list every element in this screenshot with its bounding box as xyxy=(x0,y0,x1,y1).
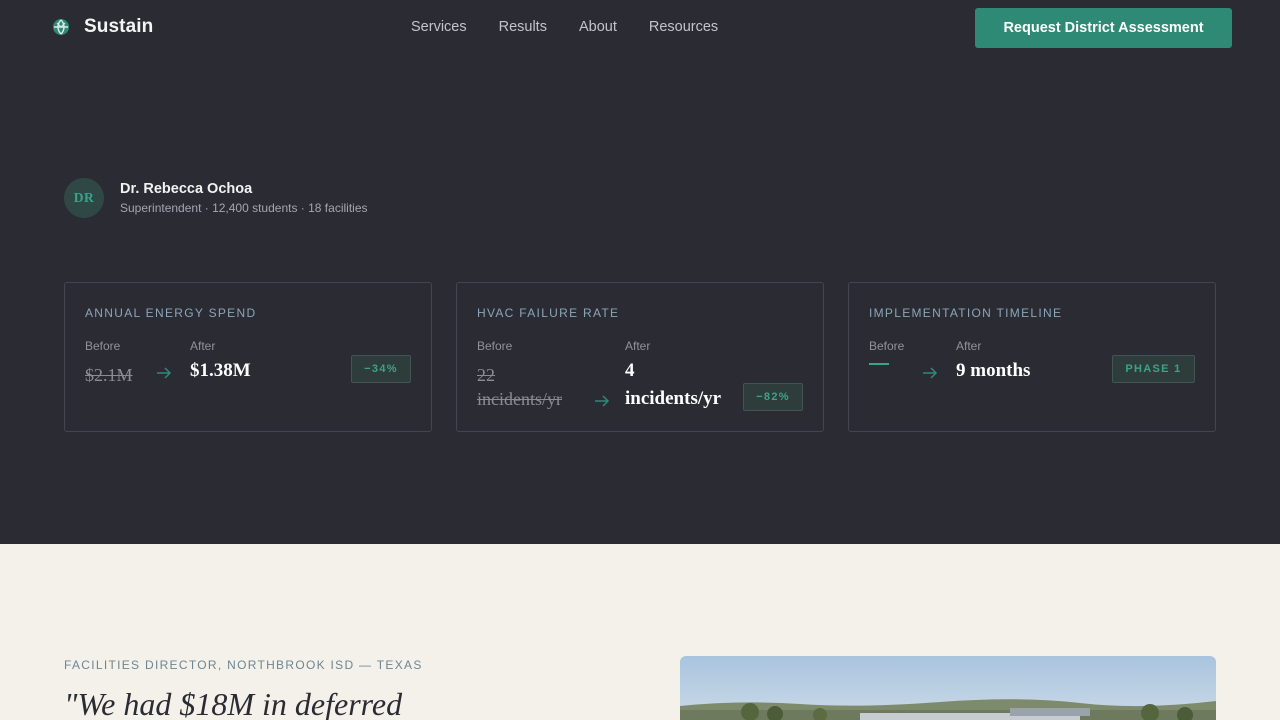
arrow-right-icon xyxy=(157,367,172,379)
request-assessment-button[interactable]: Request District Assessment xyxy=(975,8,1232,48)
author-name: Dr. Rebecca Ochoa xyxy=(120,181,253,197)
after-label: After xyxy=(956,339,982,353)
after-value-unit: incidents/yr xyxy=(625,388,722,409)
phase-badge: PHASE 1 xyxy=(1112,355,1195,383)
author-info: Dr. Rebecca Ochoa Superintendent · 12,40… xyxy=(120,181,368,215)
metric-card-energy: ANNUAL ENERGY SPEND Before After $2.1M $… xyxy=(64,282,432,432)
testimonial-author: DR Dr. Rebecca Ochoa Superintendent · 12… xyxy=(64,178,368,218)
arrow-right-icon xyxy=(923,367,938,379)
nav-links: Services Results About Resources xyxy=(411,19,750,35)
after-value: $1.38M xyxy=(190,360,251,381)
metric-card-timeline: IMPLEMENTATION TIMELINE Before After 9 m… xyxy=(848,282,1216,432)
after-label: After xyxy=(625,339,651,353)
brand[interactable]: Sustain xyxy=(52,16,153,38)
after-value: 9 months xyxy=(956,360,1031,381)
after-value-number: 4 xyxy=(625,360,635,381)
testimonial-section: FACILITIES DIRECTOR, NORTHBROOK ISD — TE… xyxy=(0,544,1280,720)
change-badge: −82% xyxy=(743,383,803,411)
before-value-unit: incidents/yr xyxy=(477,389,562,409)
brand-name: Sustain xyxy=(84,16,154,37)
before-label: Before xyxy=(869,339,905,353)
metric-card-hvac: HVAC FAILURE RATE Before After 22 incide… xyxy=(456,282,824,432)
nav-link-results[interactable]: Results xyxy=(499,19,547,35)
before-value: $2.1M xyxy=(85,365,133,385)
nav-link-resources[interactable]: Resources xyxy=(649,19,718,35)
testimonial-eyebrow: FACILITIES DIRECTOR, NORTHBROOK ISD — TE… xyxy=(64,658,423,672)
author-meta: Superintendent · 12,400 students · 18 fa… xyxy=(120,201,368,215)
globe-leaf-icon xyxy=(53,19,69,35)
avatar: DR xyxy=(64,178,104,218)
testimonial-quote: "We had $18M in deferred xyxy=(64,686,403,720)
top-nav: Sustain Services Results About Resources… xyxy=(0,0,1280,56)
before-label: Before xyxy=(85,339,121,353)
arrow-right-icon xyxy=(595,395,610,407)
aerial-campus-image xyxy=(680,656,1216,720)
metric-title: HVAC FAILURE RATE xyxy=(477,306,620,320)
before-label: Before xyxy=(477,339,513,353)
after-label: After xyxy=(190,339,216,353)
school-campus-photo xyxy=(680,656,1216,720)
change-badge: −34% xyxy=(351,355,411,383)
metric-title: ANNUAL ENERGY SPEND xyxy=(85,306,257,320)
metric-title: IMPLEMENTATION TIMELINE xyxy=(869,306,1063,320)
nav-link-services[interactable]: Services xyxy=(411,19,467,35)
empty-value-dash xyxy=(869,363,889,365)
nav-link-about[interactable]: About xyxy=(579,19,617,35)
